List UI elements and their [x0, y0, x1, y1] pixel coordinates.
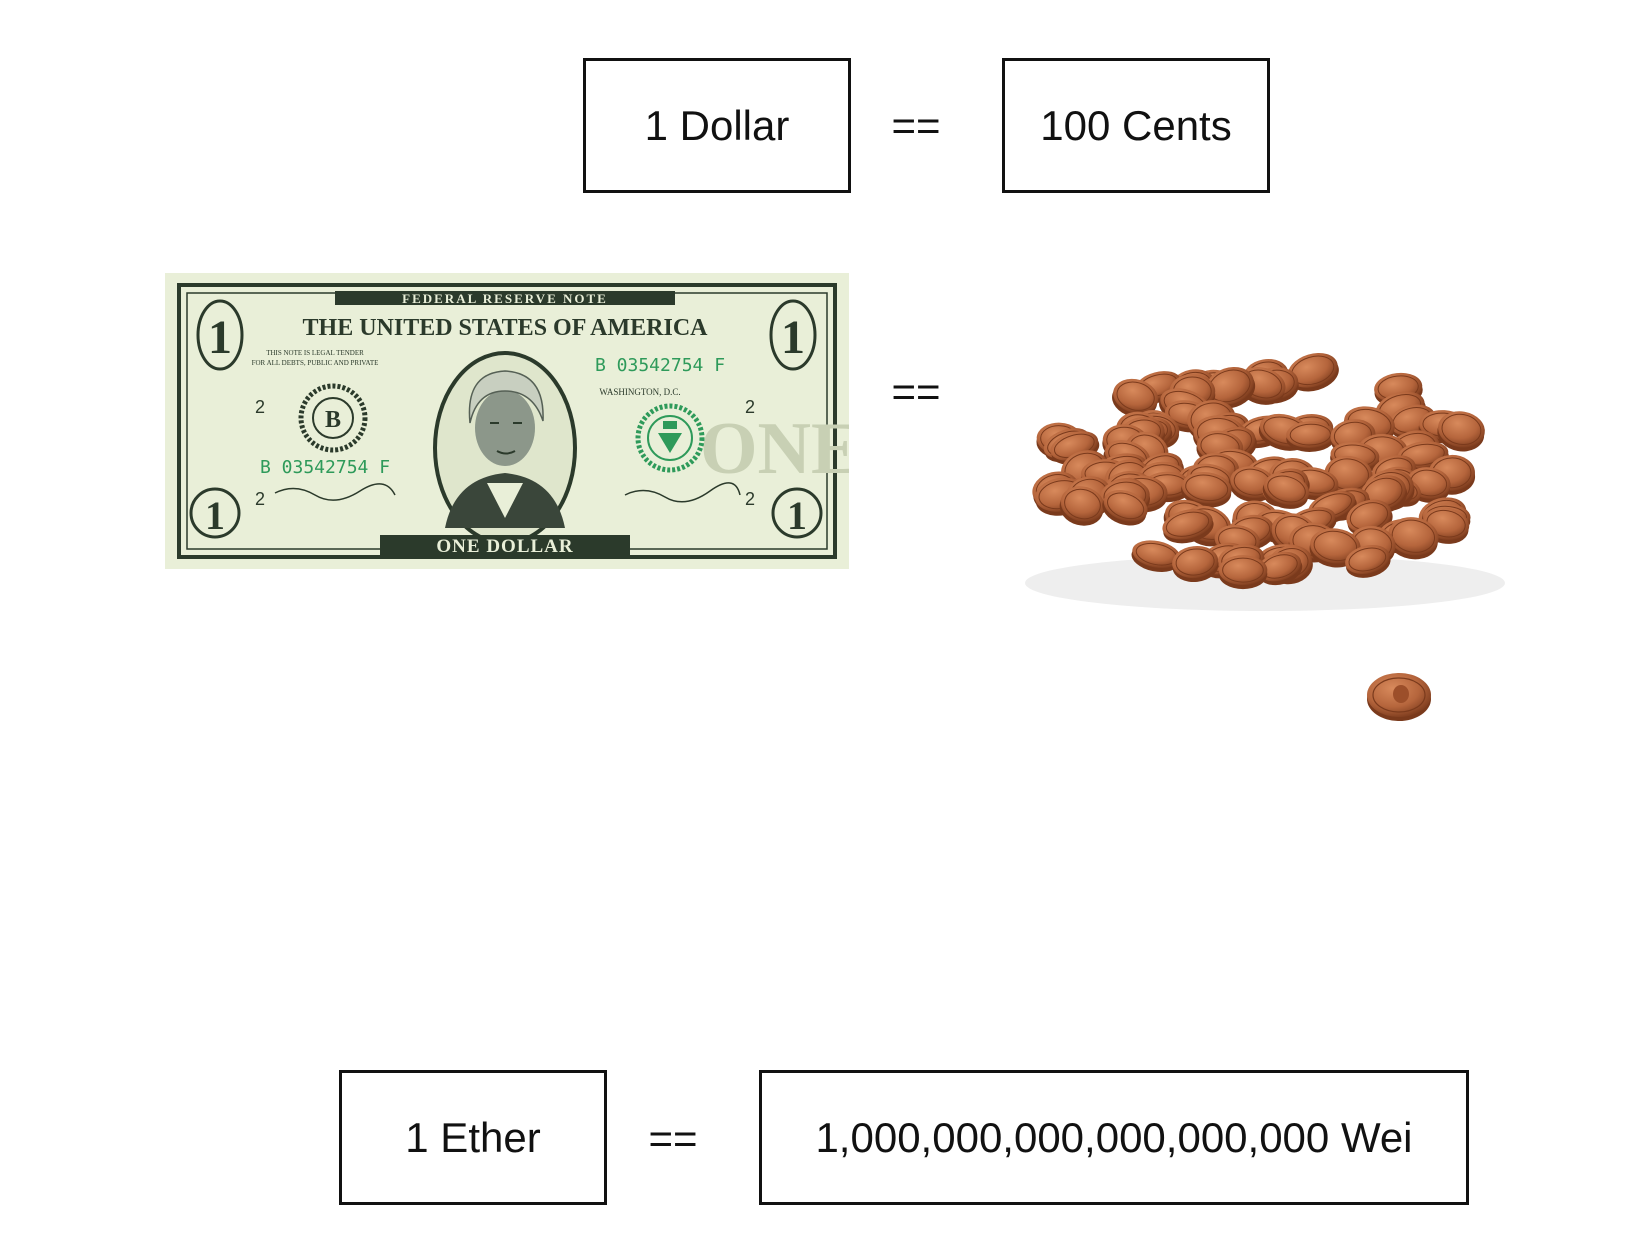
cents-label-box: 100 Cents — [1002, 58, 1270, 193]
bill-corner-number-tr: 1 — [781, 311, 805, 364]
bill-tender-line1: THIS NOTE IS LEGAL TENDER — [266, 349, 364, 357]
bill-tender-line2: FOR ALL DEBTS, PUBLIC AND PRIVATE — [252, 359, 379, 367]
wei-label: 1,000,000,000,000,000,000 Wei — [815, 1113, 1413, 1161]
bill-denomination: ONE DOLLAR — [436, 536, 573, 557]
dollar-label-box: 1 Dollar — [583, 58, 851, 193]
penny-icon — [1367, 673, 1431, 721]
treasury-seal-icon — [635, 403, 705, 473]
equals-sign-top: == — [891, 102, 941, 149]
dollar-bill-image: FEDERAL RESERVE NOTE THE UNITED STATES O… — [165, 273, 849, 569]
bill-corner-number-bl: 1 — [205, 493, 225, 538]
bill-corner-number-br: 1 — [787, 493, 807, 538]
bill-serial-left: B 03542754 F — [260, 457, 390, 478]
bill-district-number-3: 2 — [255, 489, 265, 509]
penny-icon — [1218, 555, 1268, 590]
portrait-icon — [433, 351, 577, 545]
ether-label: 1 Ether — [405, 1113, 541, 1161]
equals-sign-middle: == — [891, 368, 941, 415]
wei-label-box: 1,000,000,000,000,000,000 Wei — [759, 1070, 1469, 1205]
penny-pile-image — [1025, 352, 1505, 611]
bill-district-number-1: 2 — [255, 397, 265, 417]
bill-district-number-4: 2 — [745, 489, 755, 509]
bill-serial-right: B 03542754 F — [595, 355, 725, 376]
cents-label: 100 Cents — [1040, 101, 1232, 149]
bill-city: WASHINGTON, D.C. — [599, 387, 680, 397]
dollar-label: 1 Dollar — [644, 101, 790, 149]
equals-sign-bottom: == — [648, 1115, 698, 1162]
bill-header: FEDERAL RESERVE NOTE — [402, 291, 608, 306]
bill-seal-letter: B — [325, 407, 341, 433]
bill-watermark: ONE — [700, 408, 849, 490]
bill-country: THE UNITED STATES OF AMERICA — [303, 315, 709, 341]
ether-label-box: 1 Ether — [339, 1070, 607, 1205]
bill-corner-number-tl: 1 — [208, 311, 232, 364]
